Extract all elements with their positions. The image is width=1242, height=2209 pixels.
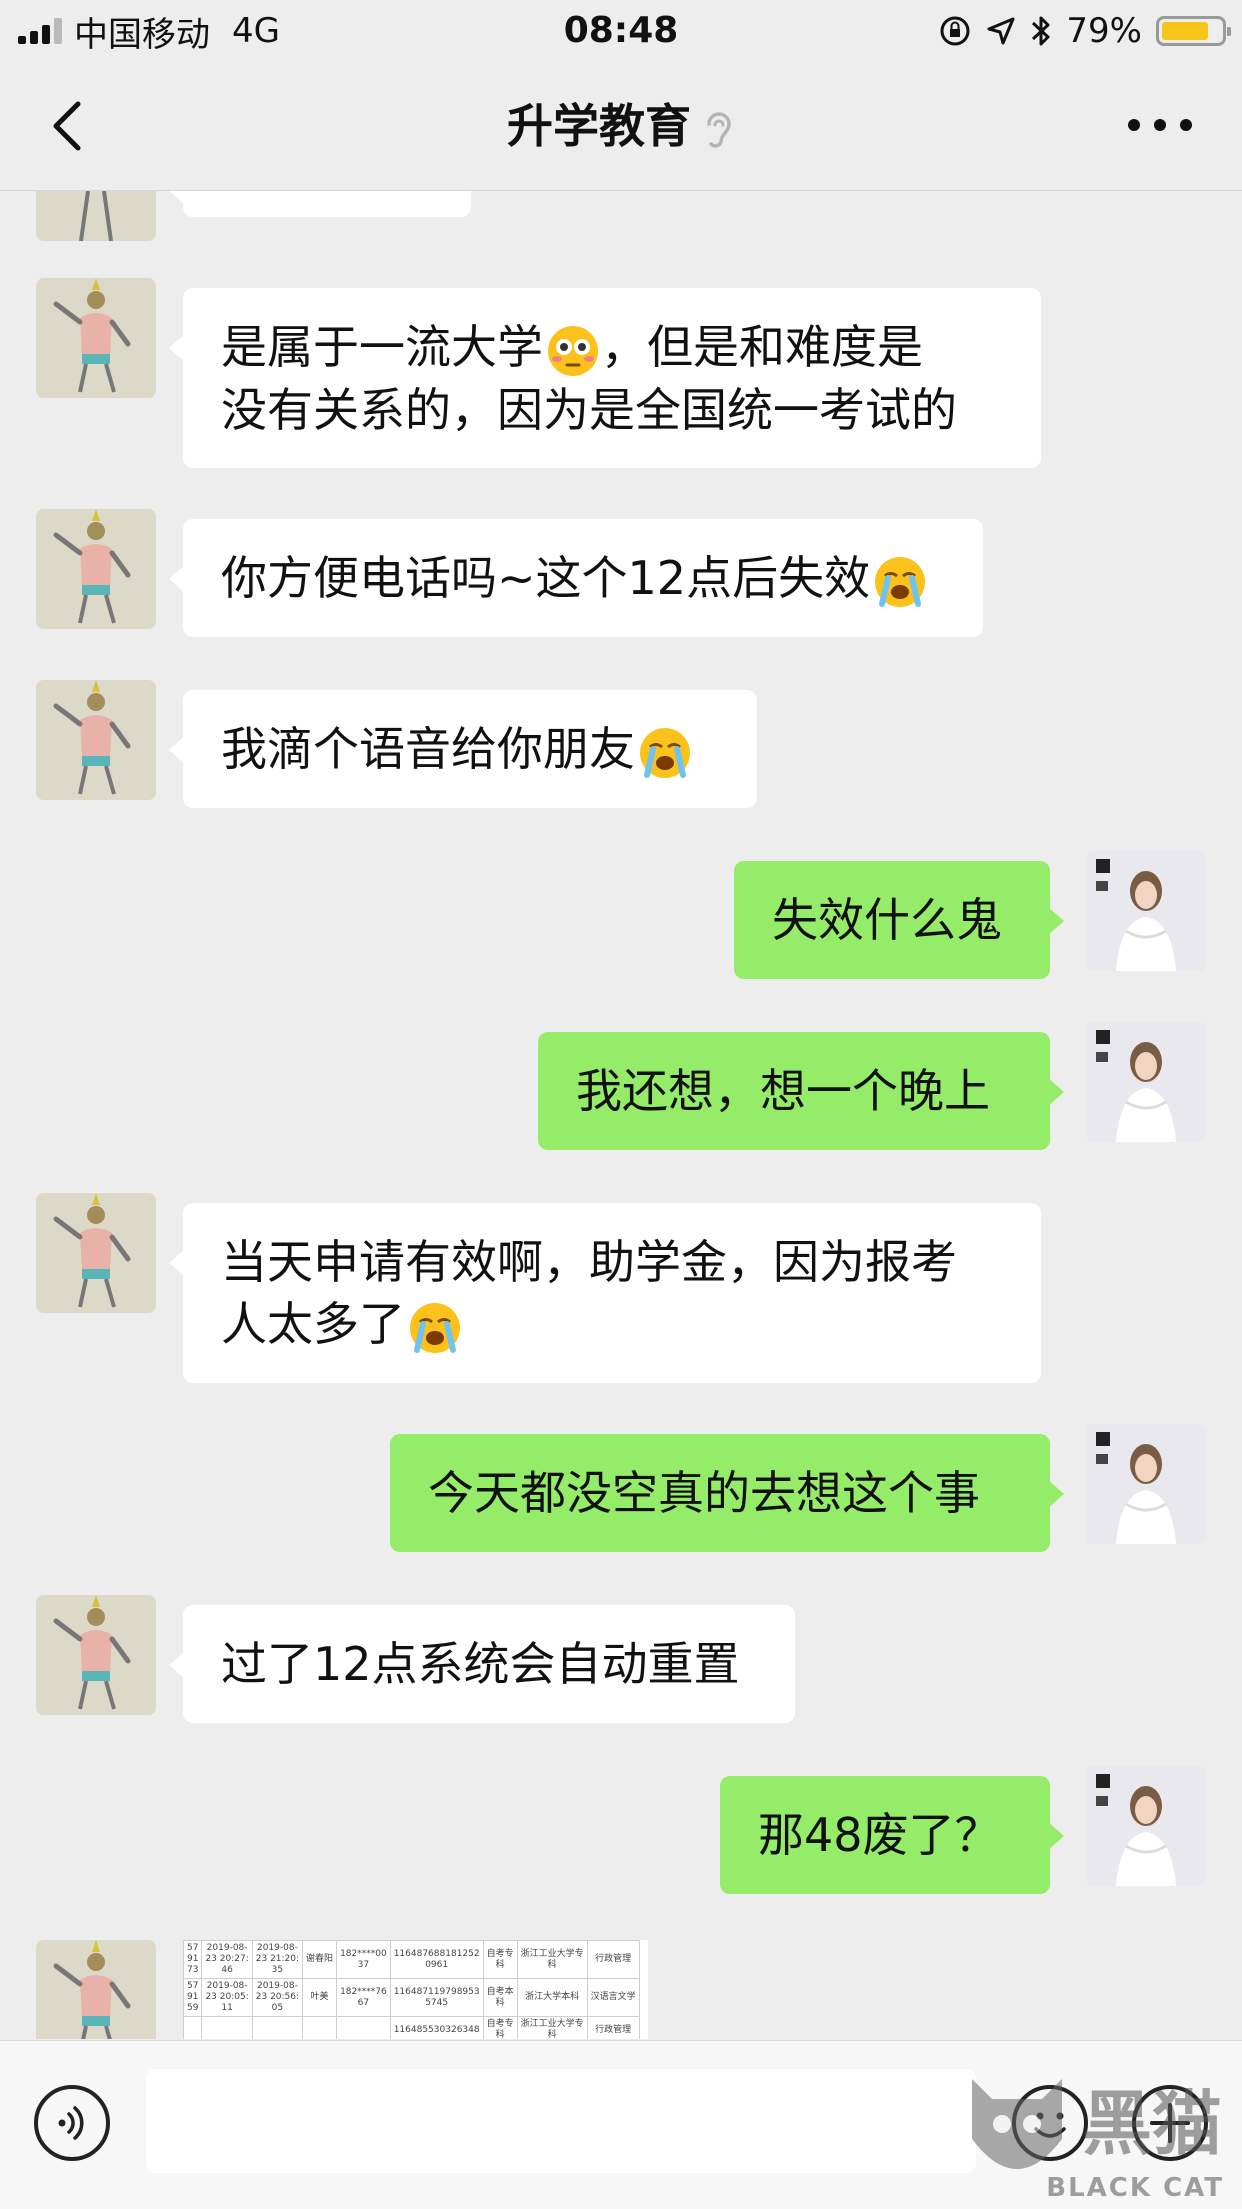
rotation-lock-icon bbox=[940, 16, 970, 46]
my-avatar[interactable] bbox=[1086, 851, 1206, 971]
screenshot-table-cell: 2019-08- 23 20:27: 46 bbox=[201, 1940, 253, 1979]
battery-icon bbox=[1156, 16, 1231, 46]
input-bar: 黑猫 BLACK CAT bbox=[0, 2040, 1242, 2209]
chat-title-wrap: 升学教育 bbox=[0, 96, 1242, 156]
screenshot-table-cell: 182****00 37 bbox=[336, 1940, 391, 1979]
contact-avatar[interactable] bbox=[36, 680, 156, 800]
screenshot-table-cell: 自考专 科 bbox=[482, 1940, 518, 1979]
message-bubble-partial[interactable] bbox=[169, 191, 471, 217]
message-bubble[interactable]: 失效什么鬼 bbox=[734, 861, 1064, 979]
screenshot-table-cell: 叶美 bbox=[302, 1978, 338, 2017]
battery-percent: 79% bbox=[1066, 11, 1142, 51]
screenshot-table-cell: 行政管理 bbox=[586, 1940, 640, 1979]
contact-avatar[interactable] bbox=[36, 1193, 156, 1313]
screenshot-table-cell: 浙江工业大学专 科 bbox=[516, 1940, 588, 1979]
message-text: 我还想，想一个晚上 bbox=[576, 1064, 990, 1118]
battery-fill bbox=[1162, 22, 1208, 40]
chat-title: 升学教育 bbox=[507, 99, 691, 153]
message-text: 失效什么鬼 bbox=[772, 893, 1002, 947]
screenshot-table-cell bbox=[336, 2016, 391, 2039]
message-bubble[interactable]: 今天都没空真的去想这个事 bbox=[390, 1434, 1064, 1552]
screenshot-table-cell: 汉语言文学 bbox=[586, 1978, 640, 2017]
screenshot-table-cell: 2019-08- 23 20:56: 05 bbox=[251, 1978, 304, 2017]
message-text: 当天申请有效啊，助学金，因为报考 bbox=[221, 1235, 957, 1289]
blackcat-logo-icon bbox=[972, 2079, 1062, 2169]
screenshot-table-row: 57 91 73 2019-08- 23 20:27: 46 2019-08- 23… bbox=[183, 1940, 640, 1979]
screenshot-table-cell: 2019-08- 23 21:20: 35 bbox=[251, 1940, 304, 1979]
blackcat-watermark: 黑猫 BLACK CAT bbox=[962, 2059, 1242, 2209]
screenshot-table-cell bbox=[201, 2016, 253, 2039]
location-icon bbox=[987, 17, 1015, 45]
voice-input-button[interactable] bbox=[34, 2085, 110, 2161]
message-text: 我滴个语音给你朋友 bbox=[221, 718, 719, 781]
screenshot-table-cell: 57 91 59 bbox=[183, 1978, 203, 2017]
contact-avatar[interactable] bbox=[36, 509, 156, 629]
screenshot-table-cell: 谢春阳 bbox=[302, 1940, 338, 1979]
screenshot-table-cell: 2019-08- 23 20:05: 11 bbox=[201, 1978, 253, 2017]
screenshot-table-cell bbox=[251, 2016, 304, 2039]
bluetooth-icon bbox=[1032, 16, 1050, 46]
my-avatar[interactable] bbox=[1086, 1022, 1206, 1142]
message-bubble[interactable]: 我滴个语音给你朋友 bbox=[169, 690, 757, 808]
message-text: 是属于一流大学 ，但是和难度是 bbox=[221, 316, 1003, 379]
screenshot-table-cell: 浙江工业大学专 科 bbox=[516, 2016, 588, 2039]
contact-avatar[interactable] bbox=[36, 278, 156, 398]
status-right: 79% bbox=[938, 8, 1231, 54]
screenshot-table-cell bbox=[302, 2016, 338, 2039]
message-text: 今天都没空真的去想这个事 bbox=[428, 1466, 980, 1520]
watermark-brand-en: BLACK CAT bbox=[1046, 2173, 1224, 2203]
crying-emoji-icon bbox=[640, 727, 690, 778]
screenshot-table-cell: 57 91 73 bbox=[183, 1940, 203, 1979]
screenshot-image-message[interactable]: 57 91 73 2019-08- 23 20:27: 46 2019-08- 23… bbox=[183, 1940, 648, 2039]
more-options-icon[interactable] bbox=[1128, 110, 1192, 140]
screenshot-table-cell: 行政管理 bbox=[586, 2016, 640, 2039]
chat-area[interactable]: 是属于一流大学 ，但是和难度是 没有关系的，因为是全国统一考试的你方便电话吗~这个1… bbox=[0, 191, 1242, 2039]
message-bubble[interactable]: 我还想，想一个晚上 bbox=[538, 1032, 1064, 1150]
message-bubble[interactable]: 过了12点系统会自动重置 bbox=[169, 1605, 795, 1723]
message-input[interactable] bbox=[146, 2069, 976, 2173]
contact-avatar[interactable] bbox=[36, 1595, 156, 1715]
message-text: 那48废了？ bbox=[758, 1808, 1001, 1862]
screenshot-table-cell: 182****76 67 bbox=[336, 1978, 391, 2017]
crying-emoji-icon bbox=[875, 556, 926, 607]
screenshot-table-cell: 116485530326348 bbox=[389, 2016, 484, 2039]
message-bubble[interactable]: 当天申请有效啊，助学金，因为报考 人太多了 bbox=[169, 1203, 1041, 1383]
status-bar: 中国移动 4G 08:48 79% bbox=[0, 0, 1242, 62]
screenshot-table-cell: 浙江大学本科 bbox=[516, 1978, 588, 2017]
voice-icon bbox=[58, 2106, 84, 2140]
screenshot-table-cell: 自考专 科 bbox=[482, 2016, 518, 2039]
crying-emoji-icon bbox=[410, 1302, 460, 1353]
message-text: 你方便电话吗~这个12点后失效 bbox=[221, 547, 945, 610]
contact-avatar[interactable] bbox=[36, 191, 156, 241]
screenshot-table-cell: 自考本 科 bbox=[482, 1978, 518, 2017]
nav-bar: 升学教育 bbox=[0, 62, 1242, 191]
contact-avatar[interactable] bbox=[36, 1940, 156, 2039]
message-bubble[interactable]: 是属于一流大学 ，但是和难度是 没有关系的，因为是全国统一考试的 bbox=[169, 288, 1041, 468]
message-text: 过了12点系统会自动重置 bbox=[221, 1637, 740, 1691]
earpiece-mode-icon bbox=[707, 111, 731, 148]
flushed-emoji-icon bbox=[548, 325, 598, 376]
screenshot-table-cell bbox=[183, 2016, 203, 2039]
screenshot-table-cell: 116487119798953 5745 bbox=[389, 1978, 484, 2017]
screenshot-table: 57 91 73 2019-08- 23 20:27: 46 2019-08- 23… bbox=[183, 1940, 640, 2039]
screenshot-table-cell: 116487688181252 0961 bbox=[389, 1940, 484, 1979]
watermark-brand: 黑猫 bbox=[1082, 2083, 1222, 2165]
message-bubble[interactable]: 那48废了？ bbox=[720, 1776, 1064, 1894]
screenshot-table-row: 116485530326348 自考专 科浙江工业大学专 科行政管理 bbox=[183, 2016, 640, 2039]
my-avatar[interactable] bbox=[1086, 1424, 1206, 1544]
message-bubble[interactable]: 你方便电话吗~这个12点后失效 bbox=[169, 519, 983, 637]
message-text: 没有关系的，因为是全国统一考试的 bbox=[221, 382, 957, 437]
my-avatar[interactable] bbox=[1086, 1766, 1206, 1886]
screenshot-table-row: 57 91 59 2019-08- 23 20:05: 11 2019-08- 23… bbox=[183, 1978, 640, 2017]
message-text: 人太多了 bbox=[221, 1293, 1003, 1356]
